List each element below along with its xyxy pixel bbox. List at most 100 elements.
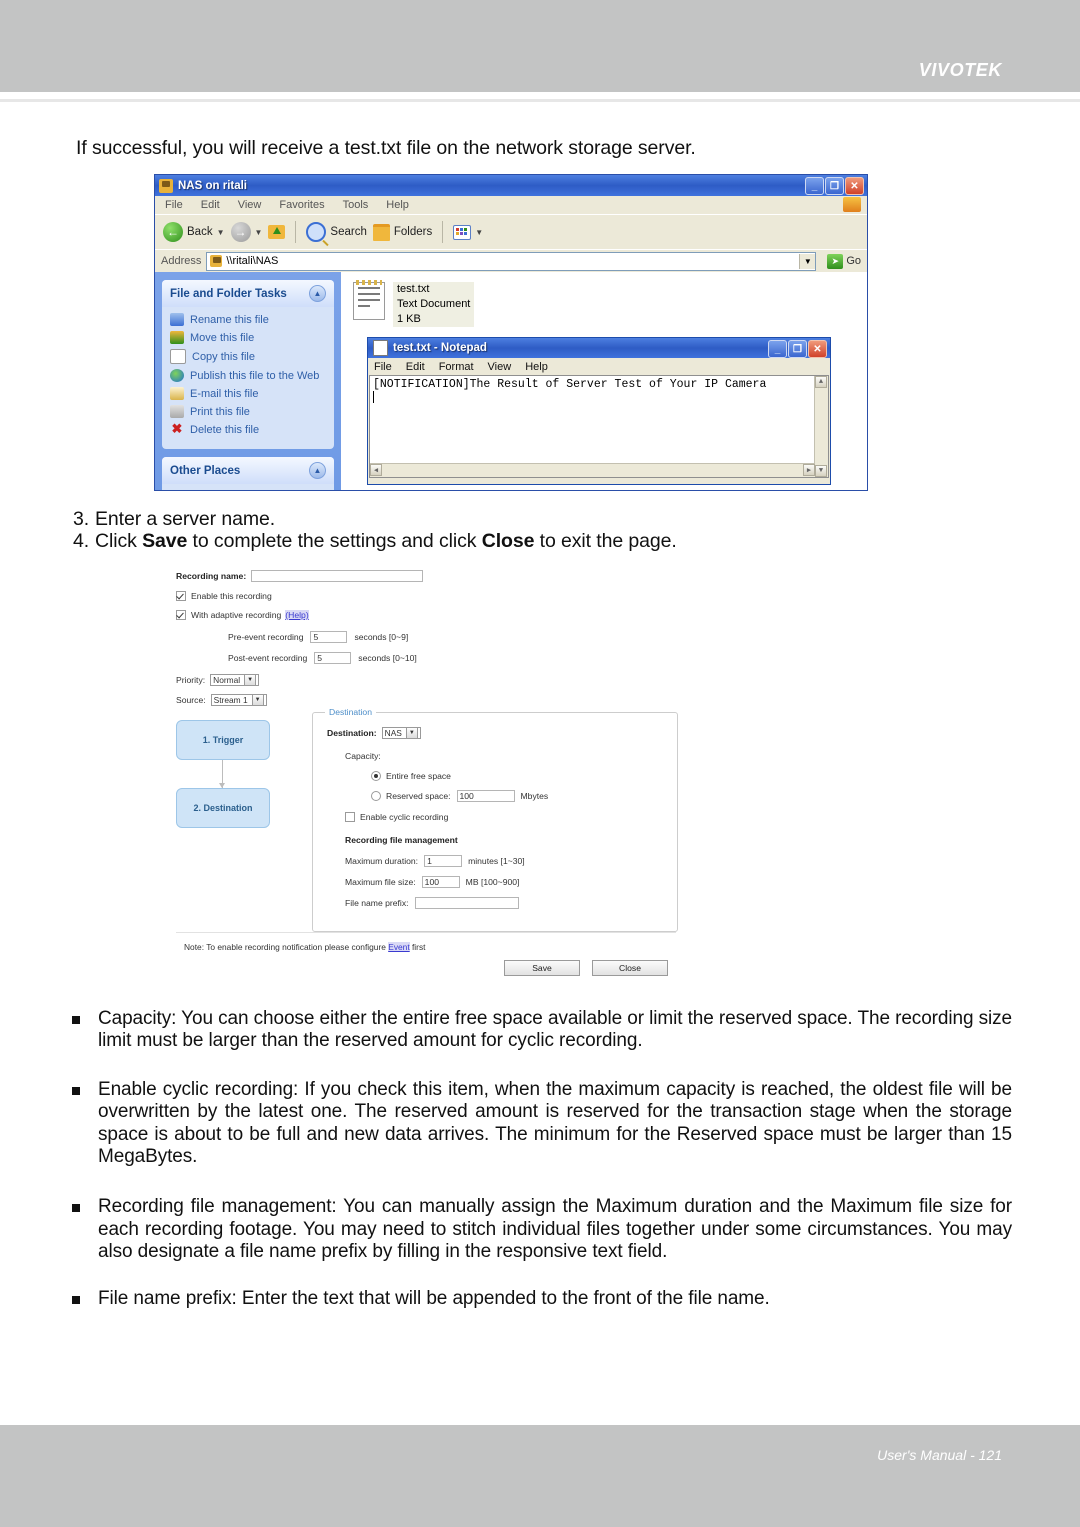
scroll-down-icon[interactable]: ▼ bbox=[815, 465, 827, 477]
file-prefix-input[interactable] bbox=[414, 897, 519, 909]
entire-free-space-label: Entire free space bbox=[386, 771, 451, 781]
menu-item-file[interactable]: File bbox=[165, 199, 183, 211]
file-management-title: Recording file management bbox=[345, 835, 458, 845]
file-item-test-txt[interactable]: test.txt Text Document 1 KB bbox=[353, 280, 867, 327]
text-document-icon bbox=[353, 280, 385, 320]
address-input[interactable]: \\ritali\NAS ▼ bbox=[206, 251, 817, 271]
chevron-down-icon-views[interactable]: ▼ bbox=[475, 228, 483, 237]
notepad-text-area[interactable]: [NOTIFICATION]The Result of Server Test … bbox=[369, 375, 829, 478]
file-type: Text Document bbox=[393, 297, 475, 312]
step-4-pre: Click bbox=[95, 530, 143, 552]
notepad-menu-help[interactable]: Help bbox=[525, 361, 548, 373]
save-button[interactable]: Save bbox=[504, 960, 580, 976]
cyclic-recording-row[interactable]: Enable cyclic recording bbox=[345, 812, 677, 822]
priority-label: Priority: bbox=[176, 675, 206, 685]
task-delete-this-file[interactable]: ✖ Delete this file bbox=[170, 422, 326, 436]
forward-button[interactable]: → ▼ bbox=[230, 222, 263, 242]
max-duration-label: Maximum duration: bbox=[345, 856, 419, 866]
flow-step-trigger[interactable]: 1. Trigger bbox=[176, 720, 270, 760]
recording-name-input[interactable] bbox=[251, 570, 424, 582]
reserved-space-row[interactable]: Reserved space: 100 Mbytes bbox=[371, 790, 677, 802]
search-button[interactable]: Search bbox=[306, 222, 367, 242]
enable-recording-row[interactable]: Enable this recording bbox=[176, 591, 676, 601]
maximize-icon[interactable]: ❐ bbox=[825, 177, 844, 195]
task-rename-this-file[interactable]: Rename this file bbox=[170, 313, 326, 326]
other-places-header[interactable]: Other Places ▲ bbox=[162, 457, 334, 484]
pre-event-unit: seconds [0~9] bbox=[354, 632, 409, 642]
maximize-icon-notepad[interactable]: ❐ bbox=[788, 340, 807, 358]
max-filesize-label: Maximum file size: bbox=[345, 877, 416, 887]
scroll-up-icon[interactable]: ▲ bbox=[815, 376, 827, 388]
task-move-this-file[interactable]: Move this file bbox=[170, 331, 326, 344]
bullet-file-name-prefix: File name prefix: Enter the text that wi… bbox=[72, 1288, 1012, 1310]
up-button[interactable] bbox=[268, 225, 286, 239]
reserved-space-input[interactable]: 100 bbox=[456, 790, 515, 802]
toolbar-divider-2 bbox=[442, 221, 444, 243]
notepad-menu-file[interactable]: File bbox=[374, 361, 392, 373]
post-event-input[interactable]: 5 bbox=[314, 652, 352, 664]
go-button[interactable]: ➤ Go bbox=[821, 253, 867, 269]
minimize-icon-notepad[interactable]: _ bbox=[768, 340, 787, 358]
chevron-down-icon[interactable]: ▼ bbox=[217, 228, 225, 237]
chevron-down-icon-source[interactable]: ▼ bbox=[251, 694, 264, 706]
notepad-menu-edit[interactable]: Edit bbox=[406, 361, 425, 373]
file-prefix-row: File name prefix: bbox=[345, 897, 677, 909]
menu-item-tools[interactable]: Tools bbox=[343, 199, 369, 211]
close-icon[interactable]: ✕ bbox=[845, 177, 864, 195]
entire-free-space-row[interactable]: Entire free space bbox=[371, 771, 677, 781]
adaptive-help-link[interactable]: (Help) bbox=[285, 610, 309, 620]
flow-step-destination[interactable]: 2. Destination bbox=[176, 788, 270, 828]
task-email-this-file[interactable]: E-mail this file bbox=[170, 387, 326, 400]
collapse-icon-other[interactable]: ▲ bbox=[309, 462, 326, 479]
enable-recording-checkbox[interactable] bbox=[176, 591, 186, 601]
adaptive-recording-row[interactable]: With adaptive recording (Help) bbox=[176, 610, 676, 620]
task-publish-this-file-to-the-web[interactable]: Publish this file to the Web bbox=[170, 369, 326, 382]
chevron-down-icon-priority[interactable]: ▼ bbox=[244, 674, 257, 686]
max-duration-input[interactable]: 1 bbox=[424, 855, 463, 867]
menu-item-view[interactable]: View bbox=[238, 199, 262, 211]
chevron-down-icon-destination[interactable]: ▼ bbox=[405, 727, 418, 739]
step-4-number: 4. bbox=[73, 530, 90, 552]
priority-select[interactable]: Normal ▼ bbox=[210, 674, 260, 686]
chevron-down-icon-forward[interactable]: ▼ bbox=[255, 228, 263, 237]
source-label: Source: bbox=[176, 695, 206, 705]
bullet-cyclic-recording-text: Enable cyclic recording: If you check th… bbox=[98, 1078, 1012, 1168]
destination-legend: Destination bbox=[325, 707, 376, 717]
event-link[interactable]: Event bbox=[388, 942, 410, 952]
horizontal-scrollbar[interactable]: ◀ ▶ bbox=[370, 463, 815, 477]
adaptive-recording-checkbox[interactable] bbox=[176, 610, 186, 620]
scroll-left-icon[interactable]: ◀ bbox=[370, 464, 382, 476]
task-print-this-file[interactable]: Print this file bbox=[170, 405, 326, 418]
entire-free-space-radio[interactable] bbox=[371, 771, 381, 781]
file-name: test.txt bbox=[393, 282, 475, 297]
folders-button[interactable]: Folders bbox=[372, 223, 432, 241]
vertical-scrollbar[interactable]: ▲ ▼ bbox=[814, 376, 828, 477]
priority-row: Priority: Normal ▼ bbox=[176, 674, 676, 686]
menu-item-favorites[interactable]: Favorites bbox=[279, 199, 324, 211]
back-button[interactable]: ← Back ▼ bbox=[163, 222, 225, 242]
views-button[interactable]: ▼ bbox=[453, 224, 483, 240]
pre-event-label: Pre-event recording bbox=[228, 632, 304, 642]
brand-logo: VIVOTEK bbox=[918, 60, 1002, 80]
reserved-space-radio[interactable] bbox=[371, 791, 381, 801]
close-button[interactable]: Close bbox=[592, 960, 668, 976]
close-icon-notepad[interactable]: ✕ bbox=[808, 340, 827, 358]
cyclic-recording-checkbox[interactable] bbox=[345, 812, 355, 822]
menu-item-help[interactable]: Help bbox=[386, 199, 409, 211]
max-filesize-input[interactable]: 100 bbox=[421, 876, 460, 888]
explorer-title-bar: NAS on ritali _ ❐ ✕ bbox=[155, 175, 867, 196]
collapse-icon[interactable]: ▲ bbox=[309, 285, 326, 302]
menu-item-edit[interactable]: Edit bbox=[201, 199, 220, 211]
scroll-right-icon[interactable]: ▶ bbox=[803, 464, 815, 476]
address-dropdown-icon[interactable]: ▼ bbox=[799, 253, 816, 269]
notepad-menu-view[interactable]: View bbox=[488, 361, 512, 373]
minimize-icon[interactable]: _ bbox=[805, 177, 824, 195]
pre-event-input[interactable]: 5 bbox=[310, 631, 348, 643]
destination-select[interactable]: NAS ▼ bbox=[381, 727, 421, 739]
notepad-menu-format[interactable]: Format bbox=[439, 361, 474, 373]
source-select[interactable]: Stream 1 ▼ bbox=[210, 694, 267, 706]
task-copy-this-file[interactable]: Copy this file bbox=[170, 349, 326, 364]
destination-value: NAS bbox=[384, 728, 402, 738]
move-icon bbox=[170, 331, 184, 344]
file-folder-tasks-header[interactable]: File and Folder Tasks ▲ bbox=[162, 280, 334, 307]
